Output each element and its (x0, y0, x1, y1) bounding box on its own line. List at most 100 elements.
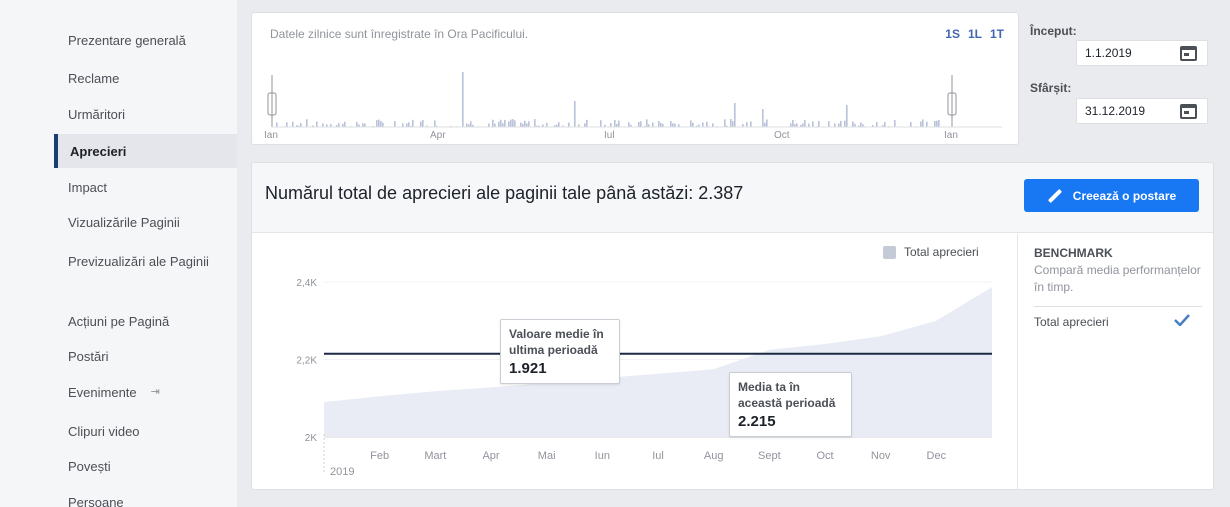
sparkline-bar (926, 121, 928, 127)
end-date-label: Sfârșit: (1030, 81, 1072, 95)
sparkline-bar (286, 122, 288, 127)
end-date-field[interactable]: 31.12.2019 (1076, 98, 1208, 124)
sparkline-bar (402, 123, 404, 127)
sparkline-bar (936, 120, 938, 127)
sidebar-item-events[interactable]: Evenimente ⇥ (54, 384, 237, 401)
your-average-tooltip: Media ta în această perioadă 2.215 (729, 372, 852, 437)
sparkline-bar (546, 122, 548, 127)
sparkline-bars (276, 72, 940, 127)
x-tick-label: Aug (704, 450, 724, 462)
sidebar-item-page-previews[interactable]: Previzualizări ale Paginii (54, 253, 214, 270)
timezone-note: Datele zilnice sunt înregistrate în Ora … (270, 27, 529, 41)
sparkline-bar (844, 120, 846, 127)
x-tick-label: Feb (370, 450, 389, 462)
sparkline-bar (574, 101, 576, 127)
sparkline-bar (938, 119, 940, 127)
sidebar-item-stories[interactable]: Povești (54, 458, 237, 475)
sparkline-bar (504, 119, 506, 127)
date-range-selector: Datele zilnice sunt înregistrate în Ora … (251, 12, 1019, 145)
sparkline-bar (524, 120, 526, 127)
sparkline-bar (712, 123, 714, 127)
start-date-field[interactable]: 1.1.2019 (1076, 40, 1208, 66)
sparkline-bar (276, 122, 278, 127)
sparkline-bar (466, 123, 468, 127)
sparkline-bar (808, 123, 810, 127)
sparkline-bar (750, 121, 752, 127)
average-last-period-label: Valoare medie în ultima perioadă (509, 327, 604, 357)
sparkline-bar (876, 122, 878, 127)
benchmark-divider (1034, 306, 1202, 307)
range-quick-buttons: 1S 1L 1T (945, 27, 1004, 41)
sparkline-bar (420, 121, 422, 127)
x-tick-label: Iul (652, 450, 664, 462)
end-date-value: 31.12.2019 (1085, 104, 1146, 118)
create-post-button[interactable]: Creează o postare (1024, 179, 1199, 212)
likes-chart[interactable]: 2K 2,2K 2,4K Feb Mart Apr Mai Iun Iul Aug Sept O… (252, 234, 1017, 490)
sidebar-item-page-actions[interactable]: Acțiuni pe Pagină (54, 313, 237, 330)
sidebar-item-likes[interactable]: Aprecieri (54, 134, 237, 168)
sparkline-bar (586, 119, 588, 127)
sparkline-bar (498, 121, 500, 127)
sparkline-bar (376, 120, 378, 127)
sparkline-bar (702, 122, 704, 127)
card-header: Numărul total de aprecieri ale paginii t… (252, 163, 1213, 233)
pencil-icon (1047, 188, 1062, 203)
sparkline-bar (910, 122, 912, 127)
sparkline-bar (422, 120, 424, 127)
sparkline-bar (364, 123, 366, 127)
x-tick-label: Nov (871, 450, 891, 462)
chart-legend: Total aprecieri (883, 245, 979, 259)
sparkline-bar (640, 121, 642, 127)
range-1-quarter-button[interactable]: 1T (990, 27, 1004, 41)
sparkline-bar (764, 122, 766, 127)
sparkline-bar (804, 120, 806, 127)
x-tick-label: Sept (758, 450, 781, 462)
sidebar-item-followers[interactable]: Urmăritori (54, 106, 237, 123)
sparkline-bar (884, 121, 886, 127)
sparkline-bar (818, 120, 820, 127)
range-1-week-button[interactable]: 1S (945, 27, 960, 41)
sparkline-bar (828, 121, 830, 127)
calendar-icon[interactable] (1180, 104, 1197, 119)
year-label: 2019 (330, 466, 354, 478)
sparkline-bar (568, 122, 570, 127)
calendar-icon[interactable] (1180, 46, 1197, 61)
sparkline-bar (934, 120, 936, 127)
sparkline-bar (488, 123, 490, 127)
likes-card: Numărul total de aprecieri ale paginii t… (251, 162, 1214, 490)
sparkline-bar (492, 119, 494, 127)
benchmark-title: BENCHMARK (1034, 246, 1113, 260)
sparkline-bar (344, 121, 346, 127)
sidebar-item-reach[interactable]: Impact (54, 179, 237, 196)
benchmark-option-total-likes[interactable]: Total aprecieri (1034, 315, 1109, 329)
range-1-month-button[interactable]: 1L (968, 27, 982, 41)
sparkline-bar (512, 119, 514, 127)
x-tick-label: Iun (595, 450, 610, 462)
spark-month-jan: Ian (264, 130, 278, 141)
sparkline-bar (494, 123, 496, 127)
sparkline-chart[interactable]: Ian Apr Iul Oct Ian (262, 53, 1010, 143)
sidebar-item-overview[interactable]: Prezentare generală (54, 32, 237, 49)
benchmark-description: Compară media performanțelor în timp. (1034, 263, 1201, 294)
sidebar-item-posts[interactable]: Postări (54, 348, 237, 365)
sparkline-bar (322, 123, 324, 127)
sparkline-bar (812, 121, 814, 127)
sidebar-item-videos[interactable]: Clipuri video (54, 423, 237, 440)
sidebar-item-page-views[interactable]: Vizualizările Paginii (54, 214, 237, 231)
start-date-label: Început: (1030, 24, 1077, 38)
sparkline-bar (362, 123, 364, 127)
sparkline-bar (316, 121, 318, 127)
legend-swatch (883, 245, 896, 259)
sparkline-bar (520, 122, 522, 127)
external-link-icon: ⇥ (150, 386, 160, 398)
x-tick-label: Mart (424, 450, 446, 462)
sparkline-bar (292, 121, 294, 127)
sidebar-item-people[interactable]: Persoane (54, 494, 237, 507)
sparkline-bar (922, 119, 924, 127)
sparkline-bar (724, 119, 726, 127)
x-tick-label: Mai (538, 450, 556, 462)
sidebar-item-ads[interactable]: Reclame (54, 70, 237, 87)
sparkline-bar (534, 119, 536, 127)
average-last-period-value: 1.921 (509, 360, 547, 377)
sparkline-bar (600, 120, 602, 127)
